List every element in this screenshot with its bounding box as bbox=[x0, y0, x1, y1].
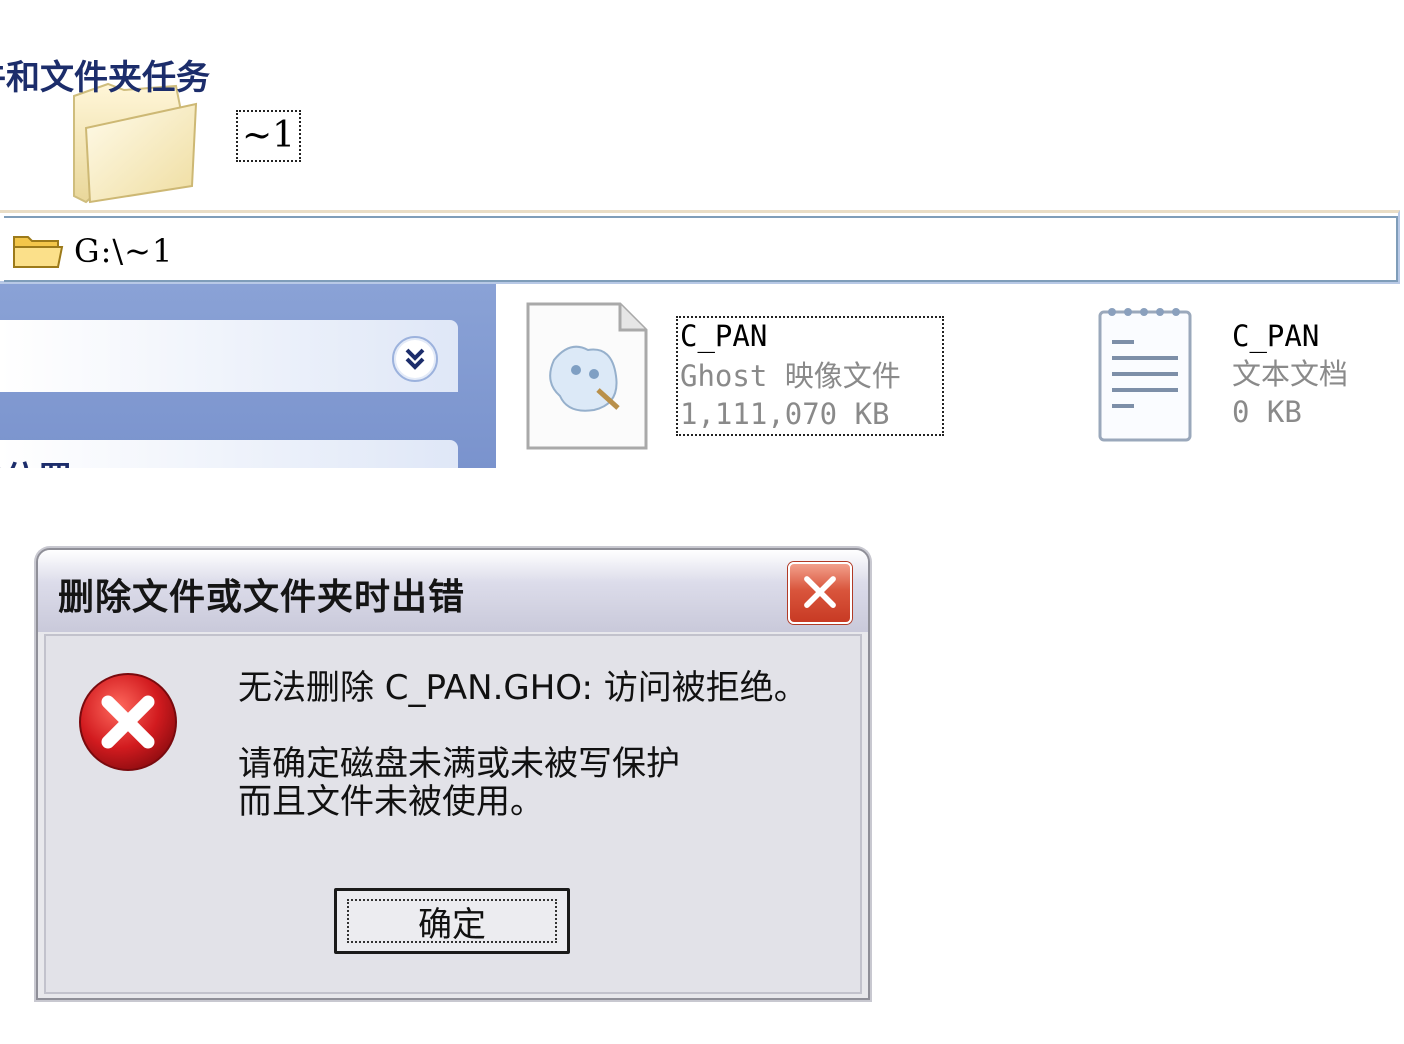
address-input[interactable] bbox=[4, 216, 1398, 282]
address-path: G:\~1 bbox=[74, 232, 174, 270]
focus-ring bbox=[347, 899, 557, 943]
file-size: 0 KB bbox=[1232, 395, 1302, 429]
file-type: 文本文档 bbox=[1232, 357, 1349, 391]
pane-clip bbox=[0, 468, 500, 508]
task-section-header[interactable] bbox=[0, 320, 458, 392]
task-section-title: 牛和文件夹任务 bbox=[0, 58, 210, 98]
chevron-double-down-icon[interactable] bbox=[392, 336, 438, 382]
close-icon[interactable] bbox=[788, 562, 852, 624]
file-name: C_PAN bbox=[680, 319, 768, 353]
dialog-message: 无法删除 C_PAN.GHO: 访问被拒绝。 bbox=[238, 668, 808, 708]
dialog-title: 删除文件或文件夹时出错 bbox=[58, 577, 466, 618]
ok-button[interactable]: 确定 bbox=[334, 888, 570, 954]
file-type: Ghost 映像文件 bbox=[680, 359, 901, 393]
dialog-message: 请确定磁盘未满或未被写保护 bbox=[238, 744, 680, 784]
file-name: C_PAN bbox=[1232, 319, 1320, 353]
file-size: 1,111,070 KB bbox=[680, 397, 890, 431]
ghost-image-icon[interactable] bbox=[524, 300, 650, 452]
folder-name-label[interactable]: ~1 bbox=[236, 110, 302, 162]
error-icon bbox=[79, 673, 177, 771]
folder-icon bbox=[13, 236, 64, 268]
dialog-message: 而且文件未被使用。 bbox=[238, 782, 544, 822]
file-label-selected[interactable]: C_PAN Ghost 映像文件 1,111,070 KB bbox=[676, 316, 944, 436]
notepad-text-icon[interactable] bbox=[1094, 302, 1198, 444]
